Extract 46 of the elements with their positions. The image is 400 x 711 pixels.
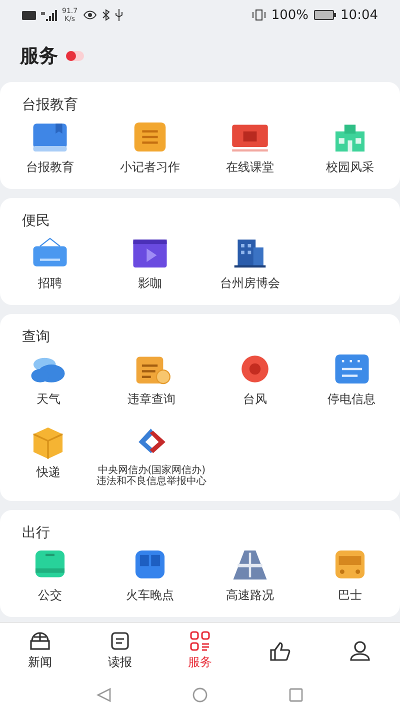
service-label[interactable]: 在线课堂 xyxy=(226,160,274,175)
service-label[interactable]: 火车晚点 xyxy=(126,588,174,603)
clock-time: 10:04 xyxy=(340,8,378,22)
service-label[interactable]: 公交 xyxy=(38,588,62,603)
message-board-icon xyxy=(332,352,371,386)
grid-icon xyxy=(189,631,211,651)
service-label[interactable]: 台风 xyxy=(242,392,267,407)
thumbs-up-icon xyxy=(269,641,291,661)
service-label[interactable]: 高速路况 xyxy=(226,588,274,603)
service-label[interactable]: 招聘 xyxy=(38,276,62,291)
nav-tab[interactable]: 读报 xyxy=(80,623,160,679)
service-label[interactable]: 校园风采 xyxy=(326,160,374,175)
vibrate-icon xyxy=(252,9,266,21)
nav-tab[interactable]: 新闻 xyxy=(0,623,80,679)
service-label[interactable]: 台报教育 xyxy=(26,160,74,175)
usb-icon xyxy=(114,9,123,21)
service-label[interactable]: 影咖 xyxy=(138,276,162,291)
tab-label: 读报 xyxy=(108,654,132,671)
back-icon[interactable] xyxy=(96,687,112,703)
service-label[interactable]: 巴士 xyxy=(338,588,362,603)
service-label[interactable]: 停电信息 xyxy=(328,392,376,407)
highway-icon xyxy=(231,548,269,582)
service-label[interactable]: 违章查询 xyxy=(128,392,176,407)
person-icon xyxy=(349,641,371,661)
globe-icon xyxy=(29,631,51,651)
nav-tab[interactable]: 服务 xyxy=(160,623,240,679)
eye-icon xyxy=(82,10,97,20)
section-title: 便民 xyxy=(21,212,51,230)
section-title: 台报教育 xyxy=(21,96,79,114)
tab-label: 新闻 xyxy=(28,654,52,671)
section-title: 出行 xyxy=(21,524,51,542)
document-icon xyxy=(110,631,130,651)
service-label[interactable]: 中央网信办(国家网信办) 违法和不良信息举报中心 xyxy=(96,465,207,487)
battery-percent: 100% xyxy=(271,8,309,22)
section-title: 查询 xyxy=(21,328,51,346)
signal-icon xyxy=(41,10,57,20)
service-label[interactable]: 天气 xyxy=(36,392,60,407)
recent-apps-icon[interactable] xyxy=(288,687,304,703)
page-title: 服务 xyxy=(20,44,58,69)
tab-label: 服务 xyxy=(188,654,212,671)
service-label[interactable]: 小记者习作 xyxy=(120,160,180,175)
service-label[interactable]: 快递 xyxy=(36,465,60,480)
battery-icon xyxy=(314,10,336,20)
bluetooth-icon xyxy=(102,9,110,21)
service-label[interactable]: 台州房博会 xyxy=(220,276,280,291)
home-icon[interactable] xyxy=(192,687,208,703)
